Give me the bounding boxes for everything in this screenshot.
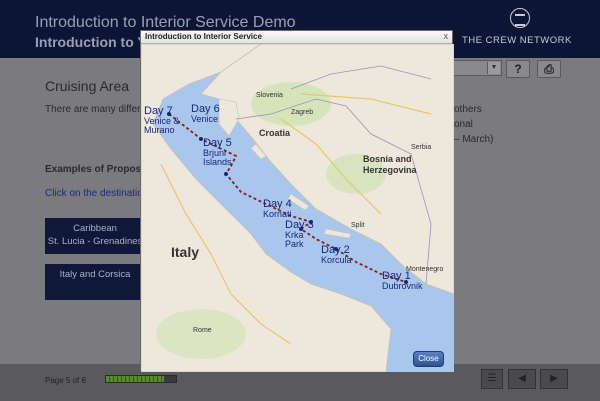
stop-marker bbox=[224, 172, 228, 176]
day-label-2[interactable]: Day 2 Korcula bbox=[321, 245, 352, 265]
map-label-bosnia: Bosnia and Herzegovina bbox=[363, 154, 417, 175]
progress-bar bbox=[105, 375, 177, 383]
destination-button-caribbean[interactable]: Caribbean St. Lucia - Grenadines bbox=[45, 218, 145, 254]
close-icon[interactable]: x bbox=[444, 31, 449, 41]
map-label-serbia: Serbia bbox=[411, 144, 432, 151]
help-button[interactable]: ? bbox=[506, 60, 530, 78]
day-place: Brjuni Islands bbox=[203, 148, 232, 167]
prev-button[interactable]: ◀ bbox=[508, 369, 536, 389]
examples-label: Examples of Proposed Itineraries bbox=[45, 164, 145, 175]
day-label-4[interactable]: Day 4 Kornati bbox=[263, 199, 292, 219]
forest-area bbox=[156, 309, 246, 359]
day-place: Venice & Murano bbox=[144, 116, 180, 135]
map-label-split: Split bbox=[351, 222, 365, 229]
progress-fill bbox=[106, 376, 165, 382]
destination-line: Caribbean bbox=[73, 223, 117, 234]
destination-line: Italy and Corsica bbox=[59, 269, 131, 280]
right-line: others bbox=[454, 104, 482, 115]
day-label-5[interactable]: Day 5 Brjuni Islands bbox=[203, 138, 243, 167]
day-label-1[interactable]: Day 1 Dubrovnik bbox=[382, 271, 423, 291]
itinerary-modal: Introduction to Interior Service x Croat… bbox=[140, 30, 454, 372]
map-label-zagreb: Zagreb bbox=[291, 109, 314, 116]
map-label-croatia: Croatia bbox=[259, 128, 291, 138]
day-place: Dubrovnik bbox=[382, 281, 423, 291]
course-subtitle: Introduction to Yachting bbox=[35, 34, 140, 50]
crew-network-logo-icon bbox=[510, 8, 530, 28]
next-button[interactable]: ▶ bbox=[540, 369, 568, 389]
print-button[interactable]: ⎙ bbox=[537, 60, 561, 78]
brand-name: THE CREW NETWORK bbox=[462, 35, 572, 46]
modal-title-bar[interactable]: Introduction to Interior Service x bbox=[141, 31, 452, 44]
intro-paragraph: There are many different cruising ground… bbox=[45, 104, 145, 115]
day-label-6[interactable]: Day 6 Venice bbox=[191, 104, 220, 124]
destination-button-italy-corsica[interactable]: Italy and Corsica bbox=[45, 264, 145, 300]
map-label-italy: Italy bbox=[171, 244, 200, 260]
menu-button[interactable]: ☰ bbox=[481, 369, 503, 389]
day-place: Venice bbox=[191, 114, 219, 124]
destination-line: St. Lucia - Grenadines bbox=[47, 236, 143, 247]
map-label-slovenia: Slovenia bbox=[256, 92, 283, 99]
chevron-down-icon: ▼ bbox=[487, 62, 500, 74]
map-graphic bbox=[141, 44, 454, 372]
day-place: Kornati bbox=[263, 209, 292, 219]
page-select-dropdown[interactable]: ▼ bbox=[452, 60, 502, 76]
route-map: Croatia Bosnia and Herzegovina Slovenia … bbox=[141, 44, 454, 372]
close-button[interactable]: Close bbox=[413, 351, 444, 367]
intro-paragraph-right: others onal – March) bbox=[454, 102, 493, 147]
page-title: Cruising Area bbox=[45, 78, 130, 94]
right-line: – March) bbox=[454, 134, 494, 145]
day-place: Krka Park bbox=[285, 230, 304, 249]
modal-title: Introduction to Interior Service bbox=[145, 32, 262, 41]
page-counter: Page 5 of 6 bbox=[45, 376, 86, 385]
map-label-rome: Rome bbox=[193, 327, 212, 334]
day-label-7[interactable]: Day 7 Venice & Murano bbox=[144, 106, 186, 135]
right-line: onal bbox=[454, 119, 473, 130]
day-label-3[interactable]: Day 3 Krka Park bbox=[285, 220, 319, 249]
destination-instruction-link[interactable]: Click on the destination to view the rou… bbox=[45, 188, 145, 199]
day-place: Korcula bbox=[321, 255, 352, 265]
